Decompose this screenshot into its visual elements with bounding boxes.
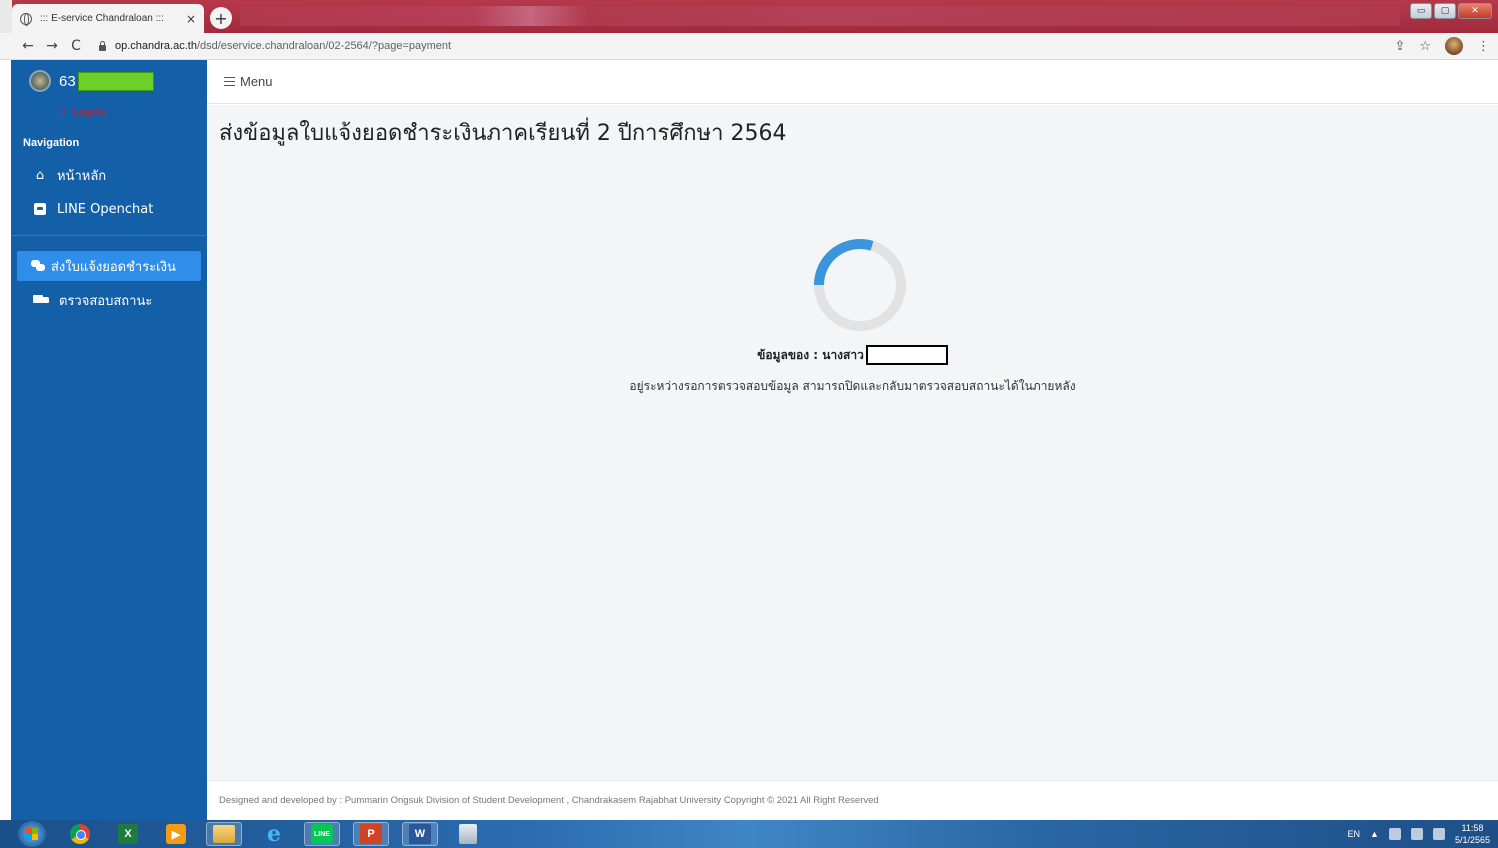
tab-title: ::: E-service Chandraloan ::: (40, 13, 164, 24)
network-icon[interactable] (1432, 828, 1445, 840)
globe-icon (20, 12, 32, 26)
taskbar-calculator[interactable] (450, 822, 486, 846)
other-tabs-blurred (240, 6, 1400, 26)
url-host: op.chandra.ac.th (115, 40, 197, 52)
status-message: อยู่ระหว่างรอการตรวจสอบข้อมูล สามารถปิดแ… (629, 379, 1076, 393)
taskbar-chrome[interactable] (62, 822, 98, 846)
hamburger-icon (224, 77, 235, 86)
action-center-flag-icon[interactable] (1410, 828, 1423, 840)
system-tray: EN ▲ 11:58 5/1/2565 (1348, 820, 1490, 848)
windows-taskbar: X ▶ e LINE P W EN ▲ 11:58 5/1/2565 (0, 820, 1498, 848)
address-bar: ← → C op.chandra.ac.th /dsd/eservice.cha… (0, 33, 1498, 60)
footer-text: Designed and developed by : Pummarin Ong… (219, 795, 879, 806)
reload-button[interactable]: C (64, 38, 88, 54)
sidebar-item-line-openchat[interactable]: LINE Openchat (17, 194, 201, 224)
sidebar-item-check-status[interactable]: ตรวจสอบสถานะ (17, 285, 201, 315)
menu-label: Menu (240, 74, 273, 89)
nav-heading: Navigation (23, 137, 80, 149)
share-icon[interactable]: ⇪ (1394, 39, 1405, 54)
sidebar-item-label: ตรวจสอบสถานะ (59, 293, 153, 309)
logout-label: Logout (73, 106, 107, 118)
lock-icon (98, 41, 107, 51)
data-owner-line: ข้อมูลของ : นางสาว (207, 345, 1498, 365)
more-menu-icon[interactable]: ⋮ (1477, 39, 1490, 54)
maximize-button[interactable]: ▢ (1434, 3, 1456, 19)
user-panel: 63 (29, 70, 154, 92)
browser-tab[interactable]: ::: E-service Chandraloan ::: × (12, 4, 204, 33)
taskbar-file-explorer[interactable] (206, 822, 242, 846)
chrome-icon (70, 824, 90, 844)
sidebar-item-send-payment[interactable]: ส่งใบแจ้งยอดชำระเงิน (17, 251, 201, 281)
taskbar-word[interactable]: W (402, 822, 438, 846)
url-path: /dsd/eservice.chandraloan/02-2564/?page=… (196, 40, 452, 52)
clock-date: 5/1/2565 (1454, 835, 1490, 845)
taskbar-line[interactable]: LINE (304, 822, 340, 846)
redacted-owner-name (865, 345, 948, 365)
data-owner-label: ข้อมูลของ : นางสาว (757, 347, 864, 362)
volume-icon[interactable] (1388, 828, 1401, 840)
sidebar-item-label: LINE Openchat (57, 201, 154, 217)
internet-explorer-icon: e (267, 821, 281, 847)
folder-icon (213, 825, 235, 843)
screen-edge (0, 60, 11, 820)
windows-logo-icon (26, 828, 38, 840)
tray-expand-icon[interactable]: ▲ (1370, 829, 1379, 839)
powerpoint-icon: P (360, 824, 382, 844)
logout-link[interactable]: ⇤ Logout (61, 105, 107, 118)
sidebar-divider (11, 235, 207, 236)
truck-icon (33, 293, 49, 307)
tab-close-icon[interactable]: × (186, 12, 196, 26)
window-edge (0, 0, 12, 33)
sidebar: 63 ⇤ Logout Navigation ⌂ หน้าหลัก LINE O… (11, 60, 207, 820)
taskbar-powerpoint[interactable]: P (353, 822, 389, 846)
sidebar-item-label: ส่งใบแจ้งยอดชำระเงิน (51, 259, 176, 275)
window-controls: ▭ ▢ ✕ (1410, 3, 1492, 19)
back-button[interactable]: ← (16, 38, 40, 54)
language-indicator[interactable]: EN (1348, 829, 1361, 839)
taskbar-media-player[interactable]: ▶ (158, 822, 194, 846)
chat-icon (31, 259, 45, 273)
home-icon: ⌂ (35, 167, 45, 183)
start-button[interactable] (18, 821, 46, 847)
line-icon (33, 202, 47, 216)
clock-time: 11:58 (1461, 823, 1484, 833)
taskbar-excel[interactable]: X (110, 822, 146, 846)
line-app-icon: LINE (311, 824, 333, 844)
taskbar-internet-explorer[interactable]: e (256, 821, 292, 847)
address-bar-actions: ⇪ ☆ ⋮ (1394, 37, 1490, 55)
sidebar-item-label: หน้าหลัก (57, 168, 107, 184)
footer: Designed and developed by : Pummarin Ong… (207, 780, 1498, 820)
user-id: 63 (59, 72, 76, 90)
menu-button[interactable]: Menu (224, 74, 273, 89)
media-player-icon: ▶ (166, 824, 186, 844)
window-close-button[interactable]: ✕ (1458, 3, 1492, 19)
profile-avatar[interactable] (1445, 37, 1463, 55)
top-bar: Menu (207, 60, 1498, 104)
page-title: ส่งข้อมูลใบแจ้งยอดชำระเงินภาคเรียนที่ 2 … (219, 121, 787, 146)
minimize-button[interactable]: ▭ (1410, 3, 1432, 19)
clock[interactable]: 11:58 5/1/2565 (1455, 822, 1490, 846)
sidebar-item-home[interactable]: ⌂ หน้าหลัก (17, 160, 201, 190)
browser-titlebar: ::: E-service Chandraloan ::: × + ▭ ▢ ✕ (0, 0, 1498, 33)
spinner-arc (814, 239, 874, 286)
loading-spinner (814, 239, 906, 331)
excel-icon: X (118, 824, 138, 844)
word-icon: W (409, 824, 431, 844)
url-field[interactable]: op.chandra.ac.th /dsd/eservice.chandralo… (98, 40, 451, 52)
forward-button[interactable]: → (40, 38, 64, 54)
main-content: ส่งข้อมูลใบแจ้งยอดชำระเงินภาคเรียนที่ 2 … (207, 105, 1498, 780)
bookmark-star-icon[interactable]: ☆ (1419, 39, 1431, 54)
new-tab-button[interactable]: + (210, 7, 232, 29)
redacted-user-name (77, 71, 154, 91)
university-logo (29, 70, 51, 92)
calculator-icon (459, 824, 477, 844)
